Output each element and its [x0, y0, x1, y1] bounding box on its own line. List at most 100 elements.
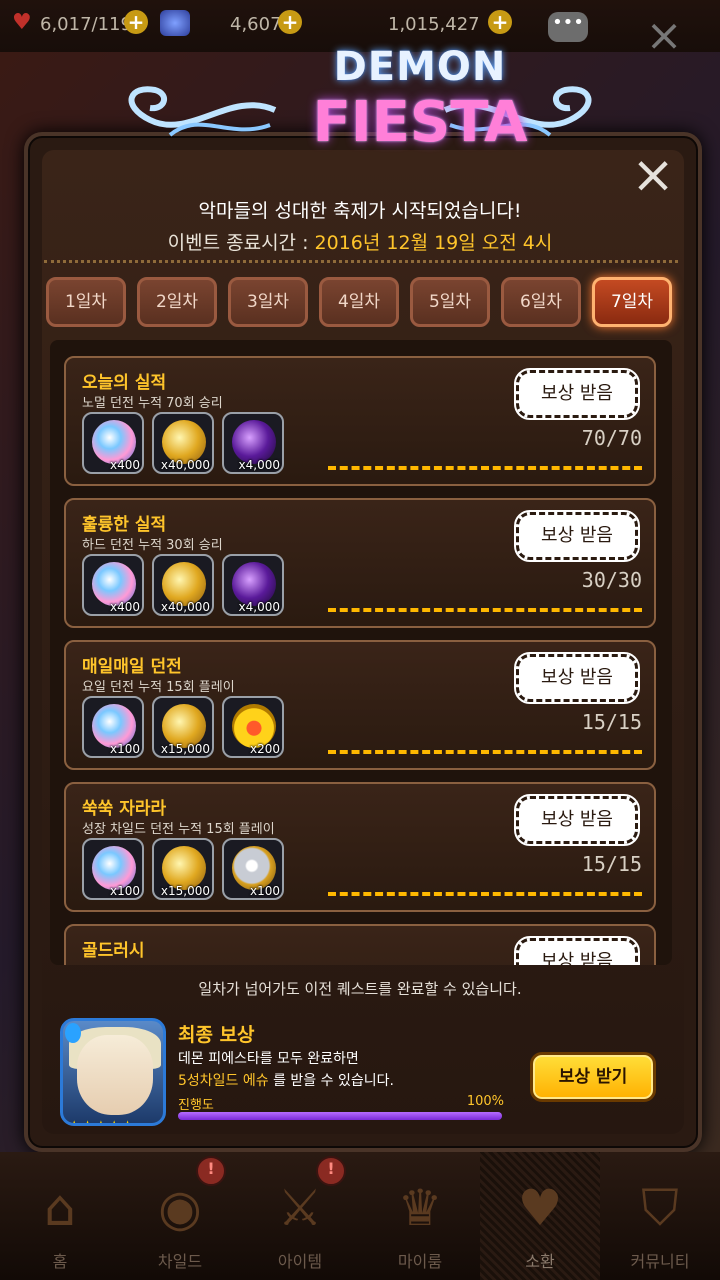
background-close-icon[interactable]: ×	[644, 14, 684, 58]
nav-myroom[interactable]: ♛ 마이룸	[360, 1152, 480, 1280]
quest-list[interactable]: 오늘의 실적 노멀 던전 누적 70회 승리 x400 x40,000 x4,0…	[50, 340, 672, 965]
final-reward-desc2: 5성차일드 에슈 를 받을 수 있습니다.	[178, 1070, 394, 1090]
reward-gem-icon: x400	[82, 554, 144, 616]
tab-day-4[interactable]: 4일차	[319, 277, 399, 327]
event-subtitle: 악마들의 성대한 축제가 시작되었습니다!	[198, 200, 522, 222]
myroom-icon: ♛	[397, 1179, 443, 1237]
nav-label: 차일드	[157, 1252, 203, 1271]
gem-icon	[160, 10, 190, 36]
quest-card: 골드러시 보상 받음	[64, 924, 656, 965]
add-gold-button[interactable]: +	[488, 10, 512, 34]
child-icon: ◉	[158, 1179, 202, 1237]
tab-day-6[interactable]: 6일차	[501, 277, 581, 327]
reward-gold-coins-icon: x40,000	[152, 412, 214, 474]
progress-label: 진행도	[178, 1098, 214, 1113]
reward-silver-coin-icon: x100	[222, 838, 284, 900]
nav-home[interactable]: ⌂ 홈	[0, 1152, 120, 1280]
nav-item[interactable]: ! ⚔ 아이템	[240, 1152, 360, 1280]
reward-count: x100	[109, 884, 140, 898]
reward-gem-icon: x400	[82, 412, 144, 474]
reward-count: x100	[249, 884, 280, 898]
event-end-time-value: 2016년 12월 19일 오전 4시	[314, 232, 553, 254]
star-rating: ★★★★★	[67, 1117, 135, 1123]
reward-gold-coins-icon: x15,000	[152, 838, 214, 900]
nav-summon[interactable]: ♥ 소환	[480, 1152, 600, 1280]
quest-title: 쑥쑥 자라라	[82, 799, 167, 819]
reward-gold-coins-icon: x15,000	[152, 696, 214, 758]
tab-day-2[interactable]: 2일차	[137, 277, 217, 327]
tab-day-7[interactable]: 7일차	[592, 277, 672, 327]
reward-character-name: 5성차일드 에슈	[178, 1073, 269, 1089]
claim-reward-button[interactable]: 보상 받음	[514, 510, 640, 562]
quest-progress-bar	[328, 608, 642, 612]
nav-community[interactable]: ⛉ 커뮤니티	[600, 1152, 720, 1280]
logo-line1: DEMON	[333, 44, 507, 90]
close-dialog-icon[interactable]: ×	[628, 149, 678, 202]
tab-day-1[interactable]: 1일차	[46, 277, 126, 327]
nav-label: 소환	[525, 1252, 555, 1271]
swirl-ornament-left-icon	[128, 86, 277, 137]
claim-reward-button[interactable]: 보상 받음	[514, 794, 640, 846]
bottom-navigation: ⌂ 홈 ! ◉ 차일드 ! ⚔ 아이템 ♛ 마이룸 ♥ 소환 ⛉ 커뮤니티	[0, 1152, 720, 1280]
quest-title: 골드러시	[82, 941, 145, 961]
quest-description: 요일 던전 누적 15회 플레이	[82, 680, 235, 695]
home-icon: ⌂	[44, 1179, 76, 1237]
quest-card: 오늘의 실적 노멀 던전 누적 70회 승리 x400 x40,000 x4,0…	[64, 356, 656, 486]
quest-card: 훌륭한 실적 하드 던전 누적 30회 승리 x400 x40,000 x4,0…	[64, 498, 656, 628]
reward-gold-coins-icon: x40,000	[152, 554, 214, 616]
water-element-icon	[65, 1023, 81, 1043]
progress-percent: 100%	[466, 1094, 504, 1109]
gem-value: 4,607	[230, 14, 282, 35]
event-end-time-label: 이벤트 종료시간 :	[167, 232, 315, 254]
quest-description: 성장 차일드 던전 누적 15회 플레이	[82, 822, 275, 837]
reward-count: x400	[109, 458, 140, 472]
reward-dark-gem-icon: x4,000	[222, 412, 284, 474]
add-gems-button[interactable]: +	[278, 10, 302, 34]
quest-notice: 일차가 넘어가도 이전 퀘스트를 완료할 수 있습니다.	[198, 980, 522, 998]
add-stamina-button[interactable]: +	[124, 10, 148, 34]
community-icon: ⛉	[641, 1179, 679, 1237]
quest-progress-bar	[328, 892, 642, 896]
stamina-value: 6,017/119	[40, 14, 132, 35]
claim-reward-button[interactable]: 보상 받음	[514, 652, 640, 704]
reward-count: x15,000	[160, 884, 210, 898]
tab-day-5[interactable]: 5일차	[410, 277, 490, 327]
chat-icon[interactable]: •••	[548, 12, 588, 42]
nav-label: 홈	[52, 1252, 68, 1271]
reward-count: x40,000	[160, 458, 210, 472]
quest-card: 쑥쑥 자라라 성장 차일드 던전 누적 15회 플레이 x100 x15,000…	[64, 782, 656, 912]
final-progress-fill	[178, 1112, 502, 1120]
summon-icon: ♥	[517, 1179, 563, 1237]
quest-card: 매일매일 던전 요일 던전 누적 15회 플레이 x100 x15,000 x2…	[64, 640, 656, 770]
reward-count: x4,000	[238, 458, 280, 472]
quest-title: 오늘의 실적	[82, 373, 167, 393]
claim-reward-button[interactable]: 보상 받음	[514, 368, 640, 420]
final-progress-bar	[178, 1112, 502, 1120]
final-reward-desc2-rest: 를 받을 수 있습니다.	[268, 1073, 394, 1089]
heart-icon: ♥	[12, 10, 32, 35]
claim-final-reward-button[interactable]: 보상 받기	[530, 1052, 656, 1102]
quest-progress-text: 15/15	[581, 710, 642, 734]
quest-progress-bar	[328, 466, 642, 470]
nav-label: 커뮤니티	[630, 1252, 690, 1271]
quest-title: 매일매일 던전	[82, 657, 182, 677]
nav-child[interactable]: ! ◉ 차일드	[120, 1152, 240, 1280]
reward-count: x4,000	[238, 600, 280, 614]
demon-fiesta-logo: DEMON FIESTA	[110, 40, 610, 190]
final-reward-desc: 데몬 피에스타를 모두 완료하면	[178, 1051, 359, 1067]
gold-value: 1,015,427	[388, 14, 480, 35]
quest-description: 하드 던전 누적 30회 승리	[82, 538, 223, 553]
reward-dark-gem-icon: x4,000	[222, 554, 284, 616]
final-reward-title: 최종 보상	[178, 1024, 255, 1046]
claim-reward-button[interactable]: 보상 받음	[514, 936, 640, 965]
nav-label: 아이템	[277, 1252, 323, 1271]
reward-gem-icon: x100	[82, 696, 144, 758]
reward-medal-icon: x200	[222, 696, 284, 758]
tab-day-3[interactable]: 3일차	[228, 277, 308, 327]
reward-count: x400	[109, 600, 140, 614]
reward-character-avatar: ★★★★★	[60, 1018, 166, 1126]
avatar-face	[77, 1035, 153, 1115]
item-icon: ⚔	[277, 1179, 323, 1237]
quest-progress-text: 30/30	[581, 568, 642, 592]
reward-gem-icon: x100	[82, 838, 144, 900]
